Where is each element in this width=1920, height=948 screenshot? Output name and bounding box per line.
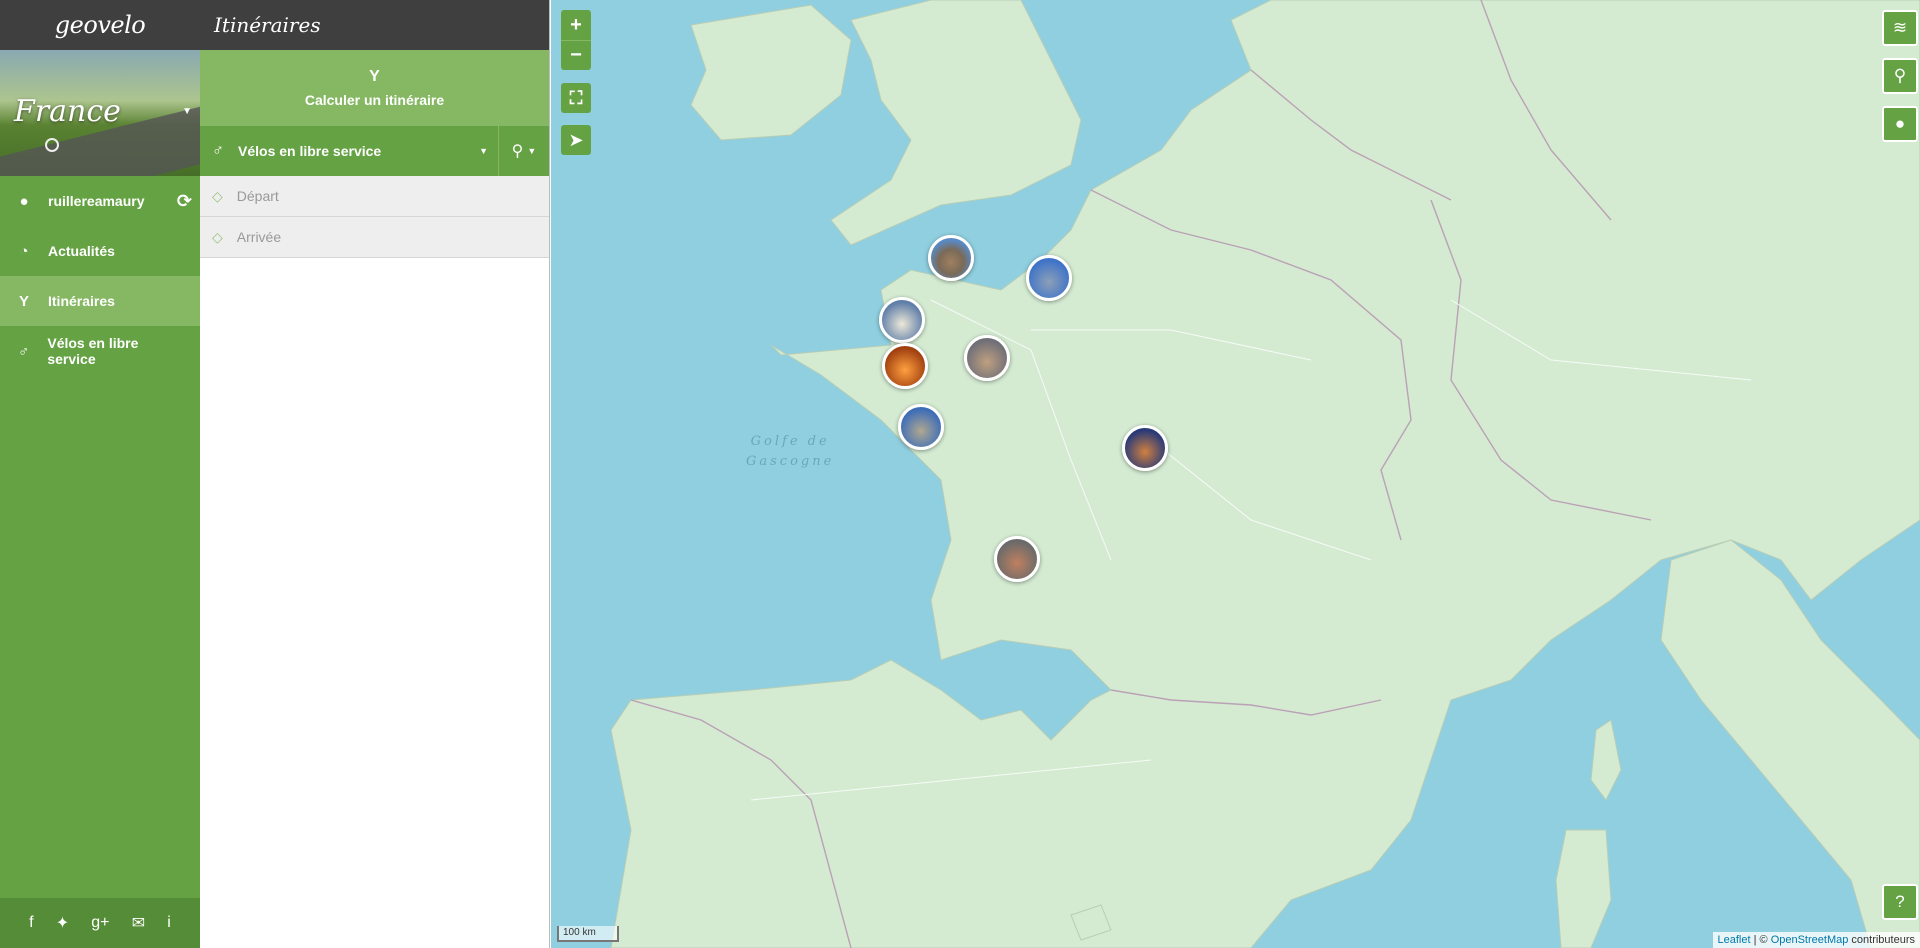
- cyclist-icon: ⚲: [511, 143, 524, 160]
- user-icon: ●: [19, 192, 29, 210]
- logout-icon[interactable]: ⟳: [177, 191, 192, 212]
- app-root: geovelo France ▼ ● ruillereamaury ⟳ ◔ Ac…: [0, 0, 1920, 948]
- mail-icon[interactable]: ✉: [132, 913, 145, 933]
- bike-profile-button[interactable]: ⚲ ▼: [499, 126, 549, 176]
- poi-marker[interactable]: [898, 404, 944, 450]
- osm-link[interactable]: OpenStreetMap: [1771, 934, 1849, 946]
- map-attribution: Leaflet | © OpenStreetMap contributeurs: [1712, 932, 1920, 948]
- google-plus-icon[interactable]: g+: [91, 914, 109, 932]
- region-selector[interactable]: France ▼: [0, 50, 200, 176]
- zoom-in-button[interactable]: +: [561, 10, 591, 40]
- poi-marker[interactable]: [964, 335, 1010, 381]
- panel-title: Itinéraires: [200, 0, 549, 50]
- transport-mode-row: ♂ Vélos en libre service ▼ ⚲ ▼: [200, 126, 549, 176]
- attribution-separator: | ©: [1750, 934, 1771, 946]
- nav-item-user[interactable]: ● ruillereamaury ⟳: [0, 176, 200, 226]
- brand-logo[interactable]: geovelo: [55, 11, 146, 39]
- location-arrow-icon: ➤: [568, 129, 584, 150]
- poi-marker[interactable]: [1122, 425, 1168, 471]
- nav-item-label: Actualités: [48, 243, 115, 259]
- sea-label: Golfe de Gascogne: [746, 434, 835, 469]
- nav-item-bike-share[interactable]: ♂ Vélos en libre service: [0, 326, 200, 376]
- fullscreen-button[interactable]: ⛶: [561, 83, 591, 113]
- bike-layer-button[interactable]: ⚲: [1882, 58, 1918, 94]
- layers-icon: ≋: [1892, 18, 1908, 37]
- transport-mode-label: Vélos en libre service: [238, 143, 382, 159]
- chevron-down-icon: ▼: [479, 146, 488, 156]
- route-icon: Y: [18, 292, 29, 310]
- region-photo-cyclist: [45, 138, 59, 152]
- departure-field: ◇: [200, 176, 549, 217]
- itinerary-panel: Itinéraires Y Calculer un itinéraire ♂ V…: [200, 0, 550, 948]
- poi-marker[interactable]: [928, 235, 974, 281]
- bicycle-icon: ⚲: [1893, 66, 1907, 85]
- poi-marker[interactable]: [879, 297, 925, 343]
- calculate-route-label: Calculer un itinéraire: [304, 92, 445, 108]
- map-scale: 100 km: [557, 926, 619, 942]
- map-view[interactable]: Golfe de Gascogne + − ⛶ ➤ ≋ ⚲ ● ? 100 km…: [551, 0, 1920, 948]
- attribution-suffix: contributeurs: [1848, 934, 1915, 946]
- arrival-field: ◇: [200, 217, 549, 258]
- zoom-control: + −: [561, 10, 591, 70]
- chevron-down-icon: ▼: [527, 146, 537, 156]
- nav-item-itineraries[interactable]: Y Itinéraires: [0, 276, 200, 326]
- arrival-marker-icon: ◇: [212, 228, 223, 245]
- departure-input[interactable]: [234, 187, 495, 205]
- locate-button[interactable]: ➤: [561, 125, 591, 155]
- chevron-down-icon: ▼: [182, 106, 192, 117]
- brand-bar: geovelo: [0, 0, 200, 50]
- calculate-route-button[interactable]: Y Calculer un itinéraire: [200, 50, 549, 126]
- nav-item-label: Itinéraires: [48, 293, 115, 309]
- leaflet-link[interactable]: Leaflet: [1718, 934, 1751, 946]
- departure-marker-icon: ◇: [212, 187, 223, 204]
- region-name: France: [14, 94, 121, 129]
- bike-share-icon: ♂: [18, 342, 30, 360]
- rss-icon: ◔: [19, 242, 29, 260]
- left-nav: geovelo France ▼ ● ruillereamaury ⟳ ◔ Ac…: [0, 0, 200, 948]
- help-button[interactable]: ?: [1882, 884, 1918, 920]
- poi-marker[interactable]: [1026, 255, 1072, 301]
- comment-icon: ●: [1894, 114, 1906, 133]
- transport-mode-select[interactable]: ♂ Vélos en libre service ▼: [200, 126, 499, 176]
- fullscreen-icon: ⛶: [569, 87, 583, 108]
- nav-item-label: ruillereamaury: [48, 193, 145, 209]
- map-tiles: [610, 0, 1920, 948]
- help-label: ?: [1895, 892, 1905, 911]
- info-icon[interactable]: i: [167, 914, 171, 932]
- layers-button[interactable]: ≋: [1882, 10, 1918, 46]
- twitter-icon[interactable]: ✦: [56, 913, 69, 933]
- bike-share-icon: ♂: [212, 142, 224, 159]
- nav-item-label: Vélos en libre service: [47, 335, 139, 367]
- zoom-out-button[interactable]: −: [561, 40, 591, 70]
- social-bar: f ✦ g+ ✉ i: [0, 898, 200, 948]
- feedback-button[interactable]: ●: [1882, 106, 1918, 142]
- route-icon: Y: [369, 68, 380, 85]
- arrival-input[interactable]: [234, 228, 495, 246]
- poi-marker[interactable]: [994, 536, 1040, 582]
- facebook-icon[interactable]: f: [29, 914, 33, 932]
- poi-marker[interactable]: [882, 343, 928, 389]
- nav-item-news[interactable]: ◔ Actualités: [0, 226, 200, 276]
